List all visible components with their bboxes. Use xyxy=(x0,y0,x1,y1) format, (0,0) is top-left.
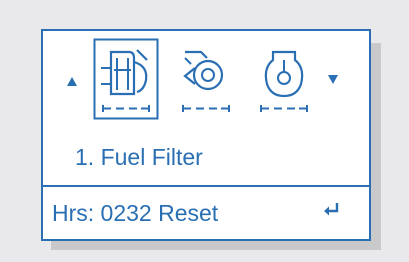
air-filter-icon[interactable] xyxy=(253,38,317,120)
selected-item-label: 1. Fuel Filter xyxy=(75,144,203,170)
maintenance-icon-row xyxy=(43,31,369,127)
oil-filter-icon[interactable] xyxy=(175,38,239,120)
status-bar: Hrs: 0232 Reset xyxy=(43,185,369,239)
enter-icon[interactable] xyxy=(322,202,340,223)
fuel-filter-icon[interactable] xyxy=(93,38,159,120)
up-arrow-icon[interactable] xyxy=(67,77,77,86)
down-arrow-icon[interactable] xyxy=(328,75,338,84)
hours-reset-text[interactable]: Hrs: 0232 Reset xyxy=(52,200,218,227)
maintenance-display: 1. Fuel Filter Hrs: 0232 Reset xyxy=(41,29,371,241)
